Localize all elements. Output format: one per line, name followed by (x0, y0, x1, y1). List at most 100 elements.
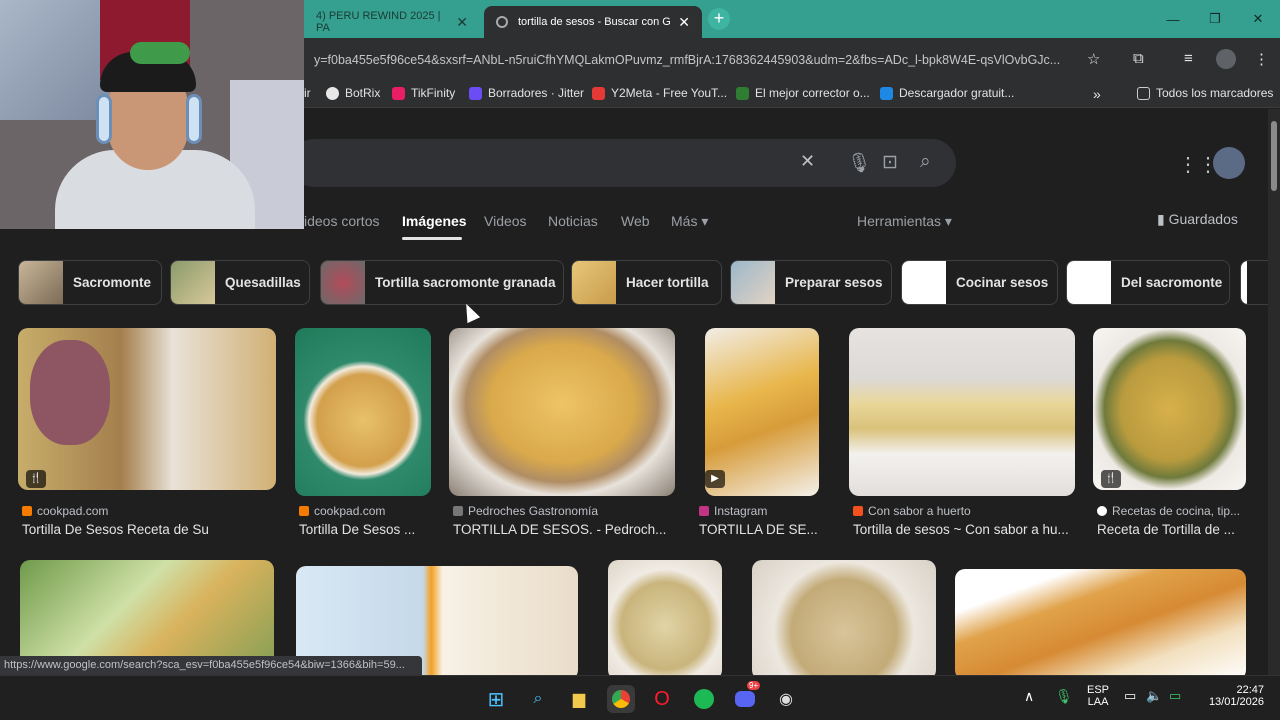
source-favicon-icon (853, 506, 863, 516)
chip-cocinar-sesos[interactable]: Cocinar sesos (901, 260, 1058, 305)
result-thumbnail (955, 569, 1246, 675)
obs-icon[interactable]: ◉ (772, 685, 800, 713)
saved-button[interactable]: ▮ Guardados (1157, 211, 1238, 228)
result-title[interactable]: TORTILLA DE SE... (699, 522, 823, 537)
language-indicator[interactable]: ESP LAA (1087, 684, 1109, 708)
result-thumbnail (449, 328, 675, 496)
clock-date: 13/01/2026 (1208, 696, 1264, 708)
clear-search-icon[interactable]: ✕ (800, 151, 815, 172)
tab-videos-cortos[interactable]: ideos cortos (304, 213, 379, 229)
microphone-tray-icon[interactable]: 🎙 (1055, 688, 1073, 705)
profile-avatar-icon[interactable] (1216, 49, 1236, 69)
network-icon[interactable]: ▭ (1124, 688, 1136, 704)
result-title[interactable]: Receta de Tortilla de ... (1097, 522, 1246, 537)
url-field[interactable]: y=f0ba455e5f96ce54&sxsrf=ANbL-n5ruiCfhYM… (304, 46, 1084, 74)
windows-taskbar: ⊞ ⌕ ▆ O 9+ ◉ ∧ 🎙 ESP LAA ▭ 🔈 ▭ 22:47 13/01… (0, 675, 1280, 720)
tab-label: 4) PERU REWIND 2025 | PA (316, 10, 441, 34)
bookmark-item-partial[interactable]: ir (304, 86, 311, 100)
source-favicon-icon (453, 506, 463, 516)
grinch-figure-icon (130, 42, 190, 64)
close-tab-icon[interactable]: ✕ (678, 14, 690, 31)
apps-grid-icon[interactable]: ⋮⋮ (1178, 152, 1218, 177)
source-favicon-icon (22, 506, 32, 516)
chrome-icon[interactable] (607, 685, 635, 713)
chip-overflow[interactable] (1240, 260, 1268, 305)
bookmark-item-jitter[interactable]: Borradores · Jitter (469, 86, 584, 100)
bookmark-item-descargador[interactable]: Descargador gratuit... (880, 86, 1014, 100)
result-title[interactable]: Tortilla De Sesos Receta de Su (22, 522, 276, 537)
chip-thumbnail (1241, 261, 1247, 304)
chip-preparar-sesos[interactable]: Preparar sesos (730, 260, 892, 305)
lang-bottom: LAA (1087, 696, 1109, 708)
tab-google-search[interactable]: tortilla de sesos - Buscar con G ✕ (484, 6, 702, 38)
discord-icon[interactable]: 9+ (731, 681, 761, 713)
all-bookmarks-folder[interactable]: Todos los marcadores (1137, 86, 1273, 100)
bookmark-icon: ▮ (1157, 211, 1169, 227)
chip-thumbnail (19, 261, 63, 304)
result-title[interactable]: TORTILLA DE SESOS. - Pedroch... (453, 522, 675, 537)
account-avatar[interactable] (1213, 147, 1245, 179)
restore-button[interactable]: ❐ (1194, 0, 1236, 38)
google-favicon-icon (496, 16, 508, 28)
page-scrollbar[interactable] (1268, 109, 1280, 675)
result-source: cookpad.com (299, 504, 385, 518)
wall-poster (0, 0, 110, 120)
tab-mas[interactable]: Más ▾ (671, 213, 708, 230)
selected-tab-indicator (402, 237, 462, 240)
search-icon[interactable]: ⌕ (920, 151, 931, 173)
tikfinity-icon (392, 86, 405, 100)
file-explorer-icon[interactable]: ▆ (565, 685, 593, 713)
scrollbar-thumb[interactable] (1271, 121, 1277, 191)
bookmarks-overflow-chevron-icon[interactable]: » (1093, 86, 1101, 102)
source-favicon-icon (299, 506, 309, 516)
menu-kebab-icon[interactable]: ⋮ (1254, 50, 1269, 68)
minimize-button[interactable]: — (1152, 0, 1194, 38)
bookmark-item-botrix[interactable]: BotRix (326, 86, 380, 100)
microphone-icon[interactable]: 🎙 (847, 151, 871, 175)
tab-imagenes[interactable]: Imágenes (402, 213, 467, 229)
close-tab-icon[interactable]: ✕ (456, 14, 468, 31)
bookmark-item-tikfinity[interactable]: TikFinity (392, 86, 455, 100)
opera-icon[interactable]: O (648, 685, 676, 713)
bookmark-label: TikFinity (411, 86, 456, 100)
tab-peru-rewind[interactable]: 4) PERU REWIND 2025 | PA ✕ (304, 6, 480, 38)
chip-sacromonte[interactable]: Sacromonte (18, 260, 162, 305)
tray-overflow-icon[interactable]: ∧ (1024, 688, 1034, 705)
tab-videos[interactable]: Videos (484, 213, 527, 229)
chip-tortilla-sacromonte[interactable]: Tortilla sacromonte granada (320, 260, 564, 305)
folder-icon (1137, 86, 1150, 100)
result-source: Pedroches Gastronomía (453, 504, 598, 518)
bookmark-star-icon[interactable]: ☆ (1087, 50, 1100, 68)
taskbar-search-icon[interactable]: ⌕ (524, 685, 552, 713)
battery-icon[interactable]: ▭ (1169, 688, 1181, 704)
bookmark-label: Borradores · Jitter (488, 86, 585, 100)
chip-label: Quesadillas (225, 275, 301, 290)
result-title[interactable]: Tortilla de sesos ~ Con sabor a hu... (853, 522, 1075, 537)
clock[interactable]: 22:47 13/01/2026 (1200, 684, 1264, 708)
search-box[interactable]: ✕ 🎙 ⊡ ⌕ (290, 139, 956, 187)
tools-button[interactable]: Herramientas ▾ (857, 213, 952, 230)
extensions-icon[interactable]: ⧉ (1133, 50, 1144, 67)
result-source: Instagram (699, 504, 767, 518)
volume-icon[interactable]: 🔈 (1146, 688, 1162, 704)
media-control-icon[interactable]: ≡ (1184, 50, 1193, 67)
chip-hacer-tortilla[interactable]: Hacer tortilla (571, 260, 722, 305)
corrector-icon (736, 86, 749, 100)
bookmark-item-y2meta[interactable]: Y2Meta - Free YouT... (592, 86, 727, 100)
chip-quesadillas[interactable]: Quesadillas (170, 260, 310, 305)
result-thumbnail (608, 560, 722, 675)
window-close-button[interactable]: ✕ (1237, 0, 1279, 38)
tab-noticias[interactable]: Noticias (548, 213, 598, 229)
chip-del-sacromonte[interactable]: Del sacromonte (1066, 260, 1230, 305)
result-title[interactable]: Tortilla De Sesos ... (299, 522, 431, 537)
clock-time: 22:47 (1236, 684, 1264, 696)
lens-camera-icon[interactable]: ⊡ (882, 151, 898, 174)
new-tab-button[interactable]: + (708, 8, 730, 30)
chip-thumbnail (1067, 261, 1111, 304)
bookmark-label: Y2Meta - Free YouT... (611, 86, 728, 100)
result-thumbnail (295, 328, 431, 496)
bookmark-item-corrector[interactable]: El mejor corrector o... (736, 86, 870, 100)
windows-start-icon[interactable]: ⊞ (482, 685, 510, 713)
spotify-icon[interactable] (690, 685, 718, 713)
tab-web[interactable]: Web (621, 213, 650, 229)
